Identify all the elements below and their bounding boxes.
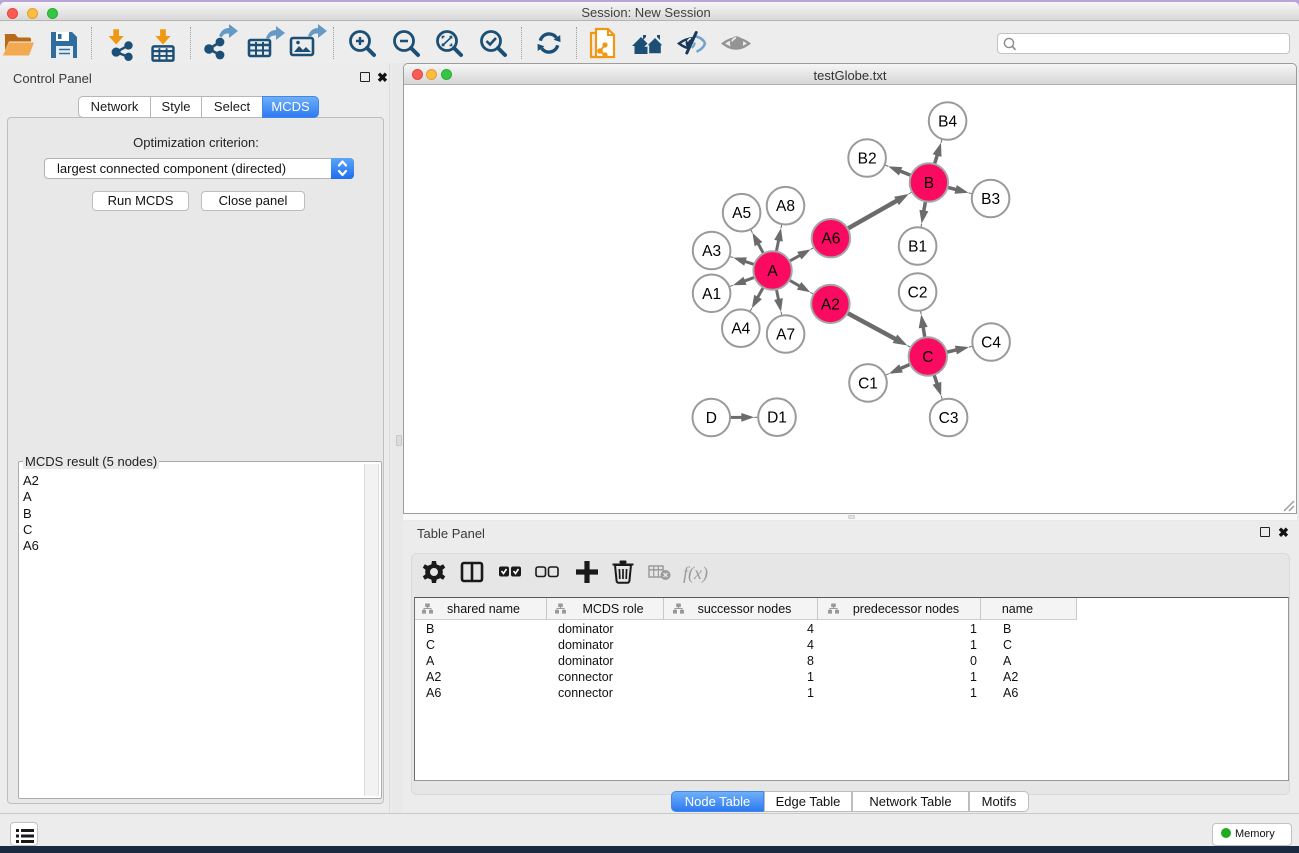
- svg-text:A: A: [767, 263, 778, 280]
- svg-text:A1: A1: [702, 286, 721, 303]
- svg-text:A2: A2: [821, 296, 840, 313]
- svg-text:A4: A4: [731, 321, 750, 338]
- svg-text:A7: A7: [776, 327, 795, 344]
- svg-text:B1: B1: [908, 239, 927, 256]
- svg-text:C: C: [922, 349, 933, 366]
- svg-text:B4: B4: [938, 114, 957, 131]
- svg-text:A5: A5: [732, 205, 751, 222]
- svg-text:D1: D1: [767, 410, 787, 427]
- svg-text:D: D: [706, 410, 717, 427]
- svg-text:C2: C2: [908, 285, 928, 302]
- svg-text:A3: A3: [702, 243, 721, 260]
- svg-text:f(x): f(x): [683, 563, 708, 584]
- svg-text:C4: C4: [981, 335, 1001, 352]
- svg-text:A8: A8: [776, 198, 795, 215]
- svg-text:A6: A6: [821, 231, 840, 248]
- svg-text:B: B: [924, 175, 934, 192]
- svg-text:C1: C1: [858, 375, 878, 392]
- svg-text:C3: C3: [939, 410, 959, 427]
- svg-text:B3: B3: [981, 191, 1000, 208]
- svg-text:B2: B2: [858, 151, 877, 168]
